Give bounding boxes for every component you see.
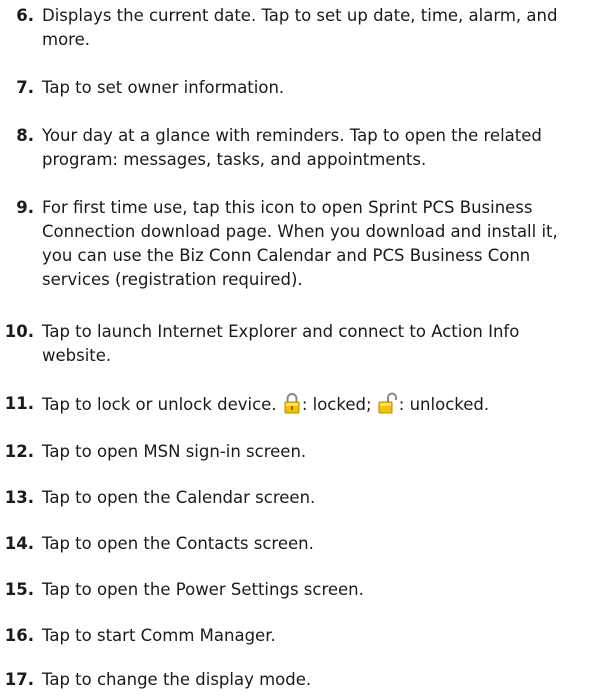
item-number: 15. xyxy=(4,580,34,599)
item-text: Displays the current date. Tap to set up… xyxy=(42,6,558,49)
item-text-before: Tap to lock or unlock device. xyxy=(42,395,277,414)
item-text: Tap to set owner information. xyxy=(42,78,285,97)
item-text: Tap to open the Contacts screen. xyxy=(42,534,314,553)
unlocked-label: : unlocked. xyxy=(398,395,490,414)
item-number: 6. xyxy=(16,6,34,25)
item-number: 16. xyxy=(4,626,34,645)
item-text: Tap to open the Calendar screen. xyxy=(42,488,316,507)
item-number: 9. xyxy=(16,198,34,217)
item-text: For first time use, tap this icon to ope… xyxy=(42,198,558,289)
item-text: Tap to change the display mode. xyxy=(42,670,312,689)
item-text: Tap to lock or unlock device. : locked; … xyxy=(42,392,590,421)
item-text: Tap to launch Internet Explorer and conn… xyxy=(42,322,520,365)
item-number: 11. xyxy=(4,394,34,413)
item-text: Your day at a glance with reminders. Tap… xyxy=(42,126,542,169)
item-number: 17. xyxy=(4,670,34,689)
item-number: 8. xyxy=(16,126,34,145)
item-text: Tap to open the Power Settings screen. xyxy=(42,580,364,599)
padlock-unlocked-icon xyxy=(378,392,398,421)
item-text: Tap to start Comm Manager. xyxy=(42,626,276,645)
item-number: 13. xyxy=(4,488,34,507)
locked-label: : locked; xyxy=(301,395,372,414)
item-number: 12. xyxy=(4,442,34,461)
padlock-locked-icon xyxy=(283,392,301,421)
item-text: Tap to open MSN sign-in screen. xyxy=(42,442,307,461)
item-number: 7. xyxy=(16,78,34,97)
item-number: 10. xyxy=(4,322,34,341)
item-number: 14. xyxy=(4,534,34,553)
